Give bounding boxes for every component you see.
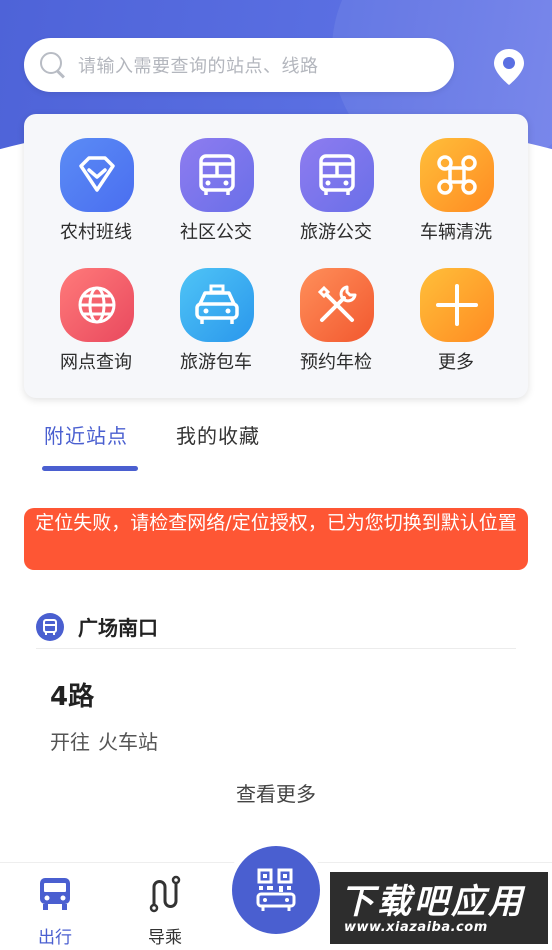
view-more-link[interactable]: 查看更多 [0, 778, 552, 807]
watermark-logo: 下载吧应用 www.xiazaiba.com [330, 872, 548, 944]
service-label: 网点查询 [60, 352, 132, 373]
service-label: 预约年检 [300, 352, 372, 373]
service-grid: 农村班线 社区公交 旅游公交 车辆清洗 网点查询 旅游包车 预约年检 更多 [24, 114, 528, 398]
search-icon [38, 50, 68, 80]
station-name: 广场南口 [78, 616, 158, 640]
watermark-url: www.xiazaiba.com [344, 920, 488, 935]
globe-icon [60, 268, 134, 342]
service-car-wash[interactable]: 车辆清洗 [396, 114, 516, 243]
service-rural-line[interactable]: 农村班线 [36, 114, 156, 243]
service-label: 更多 [438, 352, 474, 373]
bus-icon [300, 138, 374, 212]
active-tab-indicator [42, 466, 138, 471]
route-icon [149, 875, 181, 913]
nav-item-travel[interactable]: 出行 [15, 875, 95, 948]
route-name[interactable]: 4路 [50, 676, 94, 713]
service-more[interactable]: 更多 [396, 244, 516, 373]
service-community-bus[interactable]: 社区公交 [156, 114, 276, 243]
watermark-title: 下载吧应用 [340, 882, 525, 922]
diamond-badge-icon [60, 138, 134, 212]
service-inspection-booking[interactable]: 预约年检 [276, 244, 396, 373]
nav-item-guide[interactable]: 导乘 [125, 875, 205, 948]
tools-icon [300, 268, 374, 342]
nav-label: 出行 [38, 928, 72, 948]
service-label: 车辆清洗 [420, 222, 492, 243]
tab-nearby-stations[interactable]: 附近站点 [44, 420, 128, 449]
tab-my-favorites[interactable]: 我的收藏 [176, 420, 260, 449]
search-placeholder: 请输入需要查询的站点、线路 [78, 56, 319, 77]
service-tour-charter[interactable]: 旅游包车 [156, 244, 276, 373]
service-tour-bus[interactable]: 旅游公交 [276, 114, 396, 243]
destination-name: 火车站 [98, 730, 158, 754]
service-label: 旅游包车 [180, 352, 252, 373]
station-header[interactable]: 广场南口 [36, 605, 516, 649]
station-tabs: 附近站点 我的收藏 [24, 420, 528, 472]
bus-front-icon [40, 878, 70, 910]
taxi-icon [180, 268, 254, 342]
nav-label: 导乘 [148, 928, 182, 948]
bus-icon [180, 138, 254, 212]
service-label: 旅游公交 [300, 222, 372, 243]
plus-icon [420, 268, 494, 342]
search-bar[interactable]: 请输入需要查询的站点、线路 [24, 38, 454, 92]
qr-ride-button[interactable] [232, 846, 320, 934]
route-direction: 开往 火车站 [50, 726, 166, 755]
qr-bus-icon [256, 868, 296, 911]
service-outlet-query[interactable]: 网点查询 [36, 244, 156, 373]
location-failed-alert: 定位失败，请检查网络/定位授权，已为您切换到默认位置 [24, 508, 528, 570]
station-bus-icon [36, 612, 64, 641]
location-pin-icon[interactable] [492, 48, 526, 86]
service-label: 农村班线 [60, 222, 132, 243]
command-loop-icon [420, 138, 494, 212]
direction-label: 开往 [50, 730, 90, 754]
service-label: 社区公交 [180, 222, 252, 243]
